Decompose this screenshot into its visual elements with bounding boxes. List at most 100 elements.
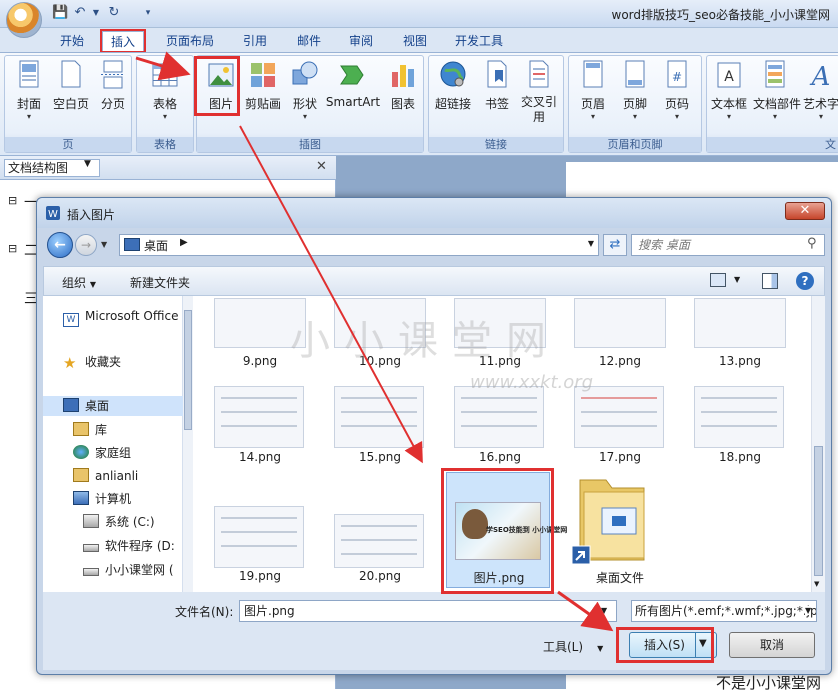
footer-button[interactable]: 页脚 ▾ (613, 60, 657, 128)
tab-mailings[interactable]: 邮件 (290, 31, 328, 51)
outline-collapse-icon-1[interactable]: ⊟ (8, 194, 17, 207)
back-button[interactable]: ← (47, 232, 73, 258)
table-button[interactable]: 表格 ▾ (143, 60, 187, 128)
chart-button[interactable]: 图表 (381, 60, 425, 128)
file-12[interactable]: 12.png (565, 354, 675, 368)
clipart-button[interactable]: 剪贴画 (241, 60, 285, 128)
group-header-footer-label: 页眉和页脚 (569, 137, 701, 152)
thumb-20[interactable] (334, 514, 424, 568)
thumb-15[interactable] (334, 386, 424, 448)
tab-view[interactable]: 视图 (396, 31, 434, 51)
thumb-12[interactable] (574, 298, 666, 348)
search-icon: ⚲ (807, 236, 817, 251)
undo-dropdown-icon[interactable]: ▼ (88, 5, 104, 21)
pane-close-icon[interactable]: ✕ (316, 159, 327, 174)
bookmark-button[interactable]: 书签 (475, 60, 519, 128)
nav-drive-d[interactable]: 软件程序 (D: (83, 536, 175, 556)
header-button[interactable]: 页眉 ▾ (571, 60, 615, 128)
file-13[interactable]: 13.png (685, 354, 795, 368)
new-folder-button[interactable]: 新建文件夹 (130, 274, 190, 291)
office-button[interactable] (6, 2, 42, 38)
hyperlink-button[interactable]: 超链接 (431, 60, 475, 128)
filetype-dropdown-icon[interactable]: ▼ (805, 606, 812, 615)
file-desktop-folder[interactable]: 桌面文件 (565, 569, 675, 586)
tab-references[interactable]: 引用 (236, 31, 274, 51)
nav-drive-e[interactable]: 小小课堂网 ( (83, 560, 174, 580)
scroll-down-icon[interactable]: ▼ (814, 580, 819, 588)
thumb-13[interactable] (694, 298, 786, 348)
history-dropdown-icon[interactable]: ▼ (101, 240, 107, 249)
blank-page-button[interactable]: 空白页 (49, 60, 93, 128)
filename-dropdown-icon[interactable]: ▼ (601, 606, 607, 615)
search-input[interactable]: 搜索 桌面 (631, 234, 825, 256)
filename-input[interactable]: 图片.png (239, 600, 617, 622)
nav-computer[interactable]: 计算机 (73, 489, 131, 509)
refresh-button[interactable]: ⇄ (603, 234, 627, 256)
file-16[interactable]: 16.png (445, 450, 555, 464)
organize-button[interactable]: 组织 ▼ (62, 274, 96, 291)
tab-developer[interactable]: 开发工具 (448, 31, 510, 51)
thumb-16[interactable] (454, 386, 544, 448)
cancel-button[interactable]: 取消 (729, 632, 815, 658)
address-bar[interactable]: 桌面 ▶ ▼ (119, 234, 599, 256)
nav-homegroup[interactable]: 家庭组 (73, 443, 131, 463)
file-14[interactable]: 14.png (205, 450, 315, 464)
desktop-folder-icon[interactable] (566, 470, 652, 568)
address-dropdown-icon[interactable]: ▼ (588, 239, 594, 248)
wordart-button[interactable]: A 艺术字 ▾ (799, 60, 838, 128)
file-scroll-thumb[interactable] (814, 446, 823, 576)
page-break-button[interactable]: 分页 (91, 60, 135, 128)
watermark-text: 小小课堂网 (290, 318, 560, 364)
nav-user[interactable]: anlianli (73, 466, 138, 486)
thumb-19[interactable] (214, 506, 304, 568)
page-number-icon: # (667, 60, 687, 88)
thumb-18[interactable] (694, 386, 784, 448)
nav-scroll-thumb[interactable] (184, 310, 192, 430)
table-icon (152, 63, 178, 87)
file-17[interactable]: 17.png (565, 450, 675, 464)
document-map-dropdown-icon[interactable]: ▼ (84, 159, 91, 169)
thumb-17[interactable] (574, 386, 664, 448)
nav-microsoft-office[interactable]: W Microsoft Office (63, 306, 178, 327)
cross-reference-button[interactable]: 交叉引用 (517, 60, 561, 128)
smartart-button[interactable]: SmartArt (325, 60, 381, 128)
view-dropdown-icon[interactable]: ▼ (734, 275, 740, 284)
quick-parts-button[interactable]: 文档部件 ▾ (753, 60, 801, 128)
file-list-scrollbar[interactable]: ▼ (811, 296, 825, 592)
system-drive-icon (83, 514, 99, 528)
dialog-close-button[interactable]: ✕ (785, 202, 825, 220)
nav-favorites[interactable]: ★ 收藏夹 (63, 352, 121, 372)
help-icon[interactable]: ? (796, 272, 814, 290)
thumb-14[interactable] (214, 386, 304, 448)
tab-review[interactable]: 审阅 (342, 31, 380, 51)
tab-page-layout[interactable]: 页面布局 (160, 31, 220, 51)
tools-button[interactable]: 工具(L) ▼ (543, 638, 603, 655)
cover-page-button[interactable]: 封面 ▾ (7, 60, 51, 128)
preview-pane-icon[interactable] (762, 273, 778, 289)
file-19[interactable]: 19.png (205, 569, 315, 583)
textbox-button[interactable]: A 文本框 ▾ (707, 60, 751, 128)
filetype-select[interactable]: 所有图片(*.emf;*.wmf;*.jpg;*.jp (631, 600, 817, 622)
tab-home[interactable]: 开始 (52, 31, 92, 51)
cover-page-icon (19, 60, 39, 88)
save-icon[interactable]: 💾 (52, 5, 68, 21)
nav-desktop[interactable]: 桌面 (43, 396, 183, 416)
shapes-button[interactable]: 形状 ▾ (283, 60, 327, 128)
library-icon (73, 422, 89, 436)
breadcrumb-arrow-icon[interactable]: ▶ (180, 237, 188, 248)
file-18[interactable]: 18.png (685, 450, 795, 464)
view-options-icon[interactable] (710, 273, 726, 287)
redo-icon[interactable]: ↻ (106, 5, 122, 21)
nav-library[interactable]: 库 (73, 420, 107, 440)
customize-qat-icon[interactable]: ▾ (140, 5, 156, 21)
undo-icon[interactable]: ↶ (72, 5, 88, 21)
page-number-button[interactable]: # 页码 ▾ (655, 60, 699, 128)
nav-scrollbar[interactable] (183, 296, 193, 592)
svg-text:A: A (810, 62, 831, 90)
nav-drive-c[interactable]: 系统 (C:) (83, 512, 155, 532)
forward-button[interactable]: → (75, 234, 97, 256)
file-20[interactable]: 20.png (325, 569, 435, 583)
outline-collapse-icon-2[interactable]: ⊟ (8, 242, 17, 255)
file-15[interactable]: 15.png (325, 450, 435, 464)
insert-button-highlight (616, 627, 714, 663)
